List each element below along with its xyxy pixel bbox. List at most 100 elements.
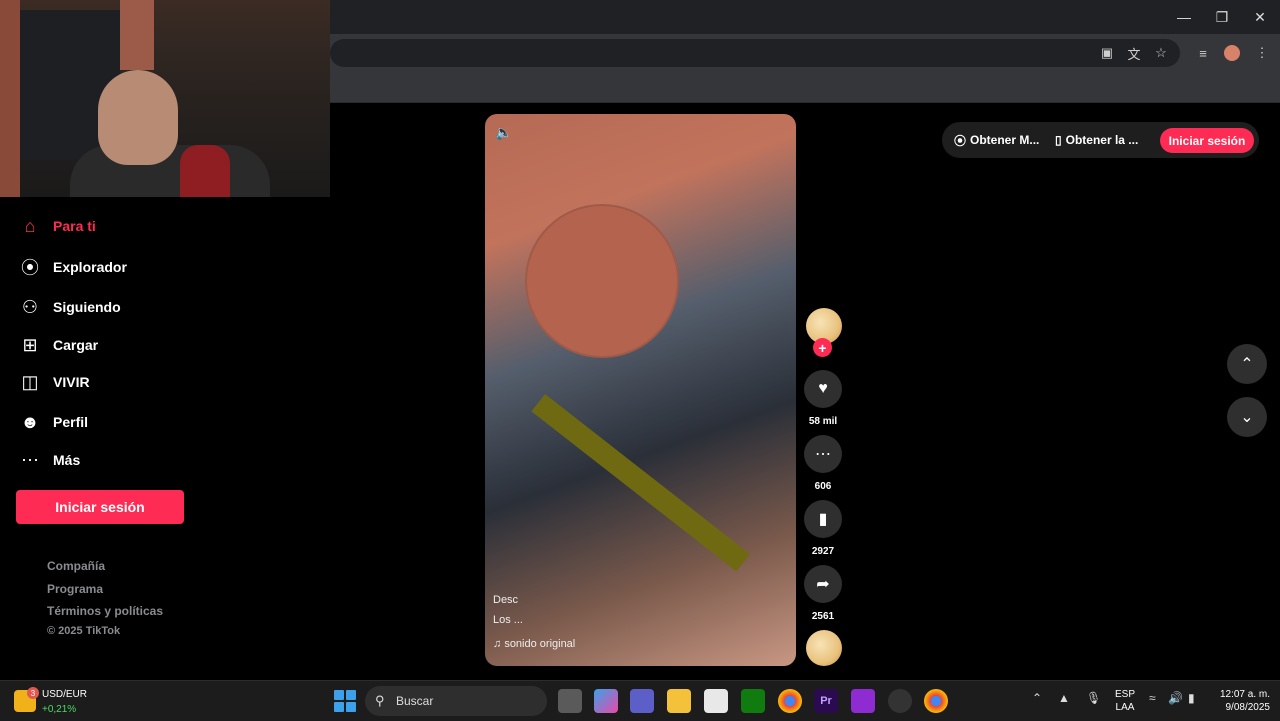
- bookmark-icon: ▮: [818, 511, 828, 528]
- address-bar[interactable]: [330, 39, 1180, 67]
- phone-icon: ▯: [1055, 133, 1062, 147]
- translate-icon[interactable]: 文: [1124, 43, 1144, 63]
- login-button[interactable]: Iniciar sesión: [16, 490, 184, 524]
- next-video-button[interactable]: ⌄: [1227, 397, 1267, 437]
- premiere-icon[interactable]: Pr: [814, 689, 838, 713]
- footer-link-program[interactable]: Programa: [47, 582, 103, 596]
- clock-date: 9/08/2025: [1225, 702, 1271, 713]
- like-count: 58 mil: [808, 416, 838, 427]
- copyright-text: © 2025 TikTok: [47, 625, 121, 637]
- share-count: 2561: [811, 611, 835, 622]
- network-warning-icon[interactable]: ▲: [1058, 691, 1070, 705]
- sidebar-item-mas[interactable]: ⋯ Más: [18, 445, 80, 475]
- restore-icon[interactable]: ❐: [1210, 6, 1234, 28]
- like-button[interactable]: ♥: [804, 370, 842, 408]
- task-view-icon[interactable]: [558, 689, 582, 713]
- widget-title: USD/EUR: [42, 689, 88, 700]
- footer-link-terms[interactable]: Términos y políticas: [47, 604, 163, 618]
- video-caption: Desc Los ...: [493, 594, 523, 626]
- comment-button[interactable]: ⋯: [804, 435, 842, 473]
- start-button[interactable]: [334, 690, 356, 712]
- bookmark-star-icon[interactable]: ☆: [1151, 43, 1171, 63]
- sidebar-item-para-ti[interactable]: ⌂ Para ti: [18, 211, 96, 241]
- live-tv-icon: ◫: [21, 371, 39, 392]
- more-icon: ⋯: [21, 449, 39, 470]
- windows-logo-icon: [346, 702, 356, 712]
- chrome-profile-icon[interactable]: [924, 689, 948, 713]
- chevron-up-tray-icon[interactable]: ⌃: [1032, 691, 1042, 705]
- windows-taskbar: 3 USD/EUR +0,21% ⚲ Buscar Pr ⌃ ▲ 🎙 ESP L…: [0, 680, 1280, 721]
- webcam-overlay: [0, 0, 330, 197]
- wifi-icon[interactable]: ≈: [1149, 691, 1156, 705]
- sound-name: sonido original: [504, 638, 576, 650]
- webcam-background-wall: [0, 0, 20, 197]
- home-icon: ⌂: [24, 215, 36, 236]
- sidebar-item-label: Más: [53, 452, 81, 468]
- chevron-down-icon: ⌄: [1240, 409, 1254, 426]
- chrome-icon[interactable]: [778, 689, 802, 713]
- sound-label[interactable]: ♫ sonido original: [493, 638, 575, 650]
- browser-menu-icon[interactable]: ⋮: [1252, 43, 1272, 63]
- windows-logo-icon: [346, 690, 356, 700]
- chevron-up-icon: ⌃: [1240, 356, 1254, 373]
- windows-logo-icon: [334, 702, 344, 712]
- copilot-icon[interactable]: [594, 689, 618, 713]
- webcam-person-head: [98, 70, 178, 165]
- sidebar-item-siguiendo[interactable]: ⚇ Siguiendo: [18, 292, 121, 322]
- top-login-button[interactable]: Iniciar sesión: [1160, 128, 1254, 153]
- user-follow-icon: ⚇: [21, 296, 39, 317]
- widget-value: +0,21%: [42, 704, 77, 715]
- video-player[interactable]: 🔈 Desc Los ... ♫ sonido original: [485, 114, 796, 666]
- file-explorer-icon[interactable]: [667, 689, 691, 713]
- webcam-background-pillar: [120, 0, 154, 70]
- previous-video-button[interactable]: ⌃: [1227, 344, 1267, 384]
- sidebar-item-explorador[interactable]: ⦿ Explorador: [18, 252, 127, 282]
- install-app-icon[interactable]: ▣: [1097, 43, 1117, 63]
- battery-icon[interactable]: ▮: [1188, 691, 1195, 705]
- sidebar-item-vivir[interactable]: ◫ VIVIR: [18, 367, 89, 397]
- language-indicator[interactable]: ESP LAA: [1113, 688, 1137, 714]
- get-app-label-2: Obtener la ...: [1065, 133, 1139, 147]
- obs-icon[interactable]: [888, 689, 912, 713]
- profile-icon: ☻: [20, 411, 40, 432]
- language-code: ESP: [1114, 689, 1135, 700]
- sidebar-item-label: Perfil: [53, 414, 89, 430]
- sidebar-item-label: Cargar: [53, 337, 99, 353]
- video-frame-object: [525, 204, 679, 358]
- sidebar-item-perfil[interactable]: ☻ Perfil: [18, 407, 89, 437]
- speaker-icon[interactable]: 🔊: [1168, 691, 1183, 705]
- close-icon[interactable]: ✕: [1248, 6, 1272, 28]
- caption-line: Los ...: [493, 614, 523, 626]
- share-button[interactable]: ➦: [804, 565, 842, 603]
- profile-avatar-icon[interactable]: [1222, 43, 1242, 63]
- footer-link-company[interactable]: Compañía: [47, 559, 105, 573]
- music-disc-avatar[interactable]: [806, 630, 842, 666]
- store-icon[interactable]: [704, 689, 728, 713]
- windows-logo-icon: [334, 690, 344, 700]
- recording-app-icon[interactable]: [851, 689, 875, 713]
- taskbar-search[interactable]: ⚲ Buscar: [365, 686, 547, 716]
- sidebar-item-cargar[interactable]: ⊞ Cargar: [18, 330, 98, 360]
- get-app-link-1[interactable]: ⦿ Obtener M...: [954, 122, 1039, 158]
- compass-icon: ⦿: [21, 258, 39, 278]
- xbox-icon[interactable]: [741, 689, 765, 713]
- system-clock[interactable]: 12:07 a. m. 9/08/2025: [1208, 688, 1270, 714]
- teams-icon[interactable]: [630, 689, 654, 713]
- follow-plus-icon[interactable]: +: [813, 338, 832, 357]
- search-label: Buscar: [396, 694, 434, 708]
- sidebar-item-label: Explorador: [53, 259, 127, 275]
- comment-count: 606: [814, 481, 832, 492]
- keyboard-layout: LAA: [1115, 702, 1135, 713]
- microphone-icon[interactable]: 🎙: [1086, 691, 1101, 705]
- search-icon: ⚲: [375, 693, 385, 708]
- caption-line: Desc: [493, 594, 519, 606]
- save-count: 2927: [811, 546, 835, 557]
- get-app-link-2[interactable]: ▯ Obtener la ...: [1055, 122, 1138, 158]
- volume-icon[interactable]: 🔈: [495, 124, 512, 141]
- video-frame-stripe: [531, 394, 750, 572]
- reading-list-icon[interactable]: ≡: [1193, 43, 1213, 63]
- webcam-person-jacket: [180, 145, 230, 197]
- heart-icon: ♥: [818, 380, 828, 397]
- minimize-icon[interactable]: —: [1172, 6, 1196, 28]
- save-button[interactable]: ▮: [804, 500, 842, 538]
